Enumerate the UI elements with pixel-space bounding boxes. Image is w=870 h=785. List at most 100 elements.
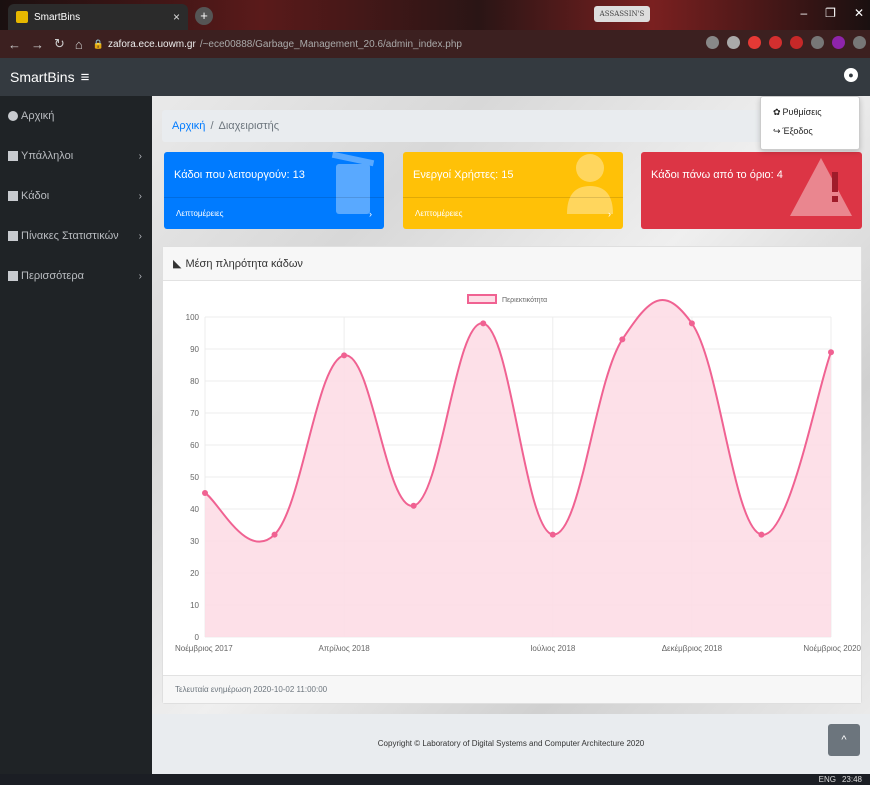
y-tick-label: 60 [190, 441, 199, 450]
bin-icon [8, 191, 18, 201]
home-icon[interactable]: ⌂ [75, 37, 83, 52]
minimize-icon[interactable]: – [800, 6, 807, 20]
scroll-to-top-button[interactable]: ^ [828, 724, 860, 756]
chart-footer: Τελευταία ενημέρωση 2020-10-02 11:00:00 [163, 675, 861, 703]
copyright-text: Copyright © Laboratory of Digital System… [377, 739, 645, 748]
y-tick-label: 90 [190, 345, 199, 354]
page-footer: Copyright © Laboratory of Digital System… [152, 714, 870, 774]
card-details-link[interactable]: Λεπτομέρειες › [403, 197, 623, 229]
address-bar: ← → ↻ ⌂ 🔒 zafora.ece.uowm.gr/~ece00888/G… [0, 30, 870, 58]
warning-icon [790, 158, 852, 216]
url-host: zafora.ece.uowm.gr [107, 38, 196, 50]
theme-logo: ASSASSIN'S [594, 6, 650, 22]
card-text: Κάδοι που λειτουργούν: 13 [174, 169, 305, 181]
sidebar-item-label: Υπάλληλοι [21, 150, 74, 162]
clock[interactable]: 23:48 [842, 775, 862, 784]
dropdown-item-label: Ρυθμίσεις [782, 107, 822, 117]
breadcrumb-home-link[interactable]: Αρχική [172, 120, 205, 132]
extension-icon[interactable] [790, 36, 803, 49]
data-point [410, 502, 417, 509]
close-icon[interactable]: ✕ [854, 6, 864, 20]
data-point [688, 320, 695, 327]
browser-tab[interactable]: SmartBins × [8, 4, 188, 30]
gear-icon: ✿ [773, 107, 781, 117]
dropdown-item-label: Έξοδος [782, 126, 813, 136]
card-bins-over-limit: Κάδοι πάνω από το όριο: 4 [641, 152, 862, 229]
sidebar-item-label: Κάδοι [21, 190, 50, 202]
breadcrumb-separator: / [210, 120, 214, 132]
star-icon[interactable] [727, 36, 740, 49]
language-indicator[interactable]: ENG [819, 775, 836, 784]
sidebar-item-home[interactable]: Αρχική [0, 96, 152, 136]
y-tick-label: 20 [190, 569, 199, 578]
chevron-right-icon: › [608, 209, 611, 219]
extension-icon[interactable] [748, 36, 761, 49]
card-details-link[interactable]: Λεπτομέρειες › [164, 197, 384, 229]
profile-icon[interactable] [832, 36, 845, 49]
brand-title[interactable]: SmartBins [10, 69, 75, 85]
url-path: /~ece00888/Garbage_Management_20.6/admin… [199, 38, 462, 50]
chart-icon [8, 231, 18, 241]
chevron-right-icon: › [138, 230, 142, 242]
user-menu-icon[interactable]: ● [844, 68, 858, 82]
menu-dots-icon[interactable] [853, 36, 866, 49]
x-tick-label: Νοέμβριος 2017 [175, 644, 233, 653]
area-fill [205, 299, 831, 637]
x-tick-label: Απρίλιος 2018 [318, 644, 370, 653]
favicon-icon [16, 11, 28, 23]
dashboard-icon [8, 111, 18, 121]
chart-title: Μέση πληρότητα κάδων [185, 257, 303, 270]
app-navbar: SmartBins ≡ ● [0, 58, 870, 96]
dropdown-item-logout[interactable]: ↪ Έξοδος [773, 122, 859, 141]
sidebar-item-label: Περισσότερα [21, 270, 84, 282]
data-point [549, 531, 556, 538]
extensions-bar [706, 36, 866, 49]
more-icon [8, 271, 18, 281]
card-text: Κάδοι πάνω από το όριο: 4 [651, 169, 783, 181]
sidebar-item-label: Πίνακες Στατιστικών [21, 230, 119, 242]
x-tick-label: Ιούλιος 2018 [530, 644, 576, 653]
reload-icon[interactable]: ↻ [54, 36, 65, 52]
data-point [271, 531, 278, 538]
forward-icon[interactable]: → [31, 37, 44, 52]
card-text: Ενεργοί Χρήστες: 15 [413, 169, 514, 181]
legend-swatch [467, 294, 497, 304]
breadcrumb-current: Διαχειριστής [218, 120, 280, 132]
chevron-right-icon: › [138, 270, 142, 282]
data-point [341, 352, 348, 359]
system-tray: ENG 23:48 [819, 774, 862, 785]
y-tick-label: 10 [190, 601, 199, 610]
breadcrumb: Αρχική / Διαχειριστής [162, 110, 860, 142]
url-field[interactable]: 🔒 zafora.ece.uowm.gr/~ece00888/Garbage_M… [93, 39, 462, 50]
area-chart-icon: ◣ [173, 258, 182, 270]
restore-icon[interactable]: ❐ [825, 6, 836, 20]
new-tab-button[interactable]: + [195, 7, 213, 25]
hamburger-icon[interactable]: ≡ [81, 69, 90, 86]
sidebar-item-more[interactable]: Περισσότερα › [0, 256, 152, 296]
y-tick-label: 50 [190, 473, 199, 482]
card-active-users: Ενεργοί Χρήστες: 15 Λεπτομέρειες › [403, 152, 623, 229]
data-point [619, 336, 626, 343]
tab-close-button[interactable]: × [173, 10, 180, 24]
y-tick-label: 40 [190, 505, 199, 514]
sidebar-item-employees[interactable]: Υπάλληλοι › [0, 136, 152, 176]
sidebar-item-label: Αρχική [21, 110, 55, 122]
sidebar-item-statistics[interactable]: Πίνακες Στατιστικών › [0, 216, 152, 256]
chevron-right-icon: › [138, 150, 142, 162]
chevron-right-icon: › [138, 190, 142, 202]
os-taskbar: ENG 23:48 [0, 774, 870, 785]
card-footer-label: Λεπτομέρειες [415, 209, 463, 218]
data-point [202, 490, 208, 496]
chart-card: ◣ Μέση πληρότητα κάδων 0 10 20 30 40 50 60 70 80… [162, 246, 862, 704]
tab-title: SmartBins [34, 11, 81, 23]
dropdown-item-settings[interactable]: ✿ Ρυθμίσεις [773, 103, 859, 122]
chart-header: ◣ Μέση πληρότητα κάδων [163, 247, 861, 281]
y-tick-label: 100 [186, 313, 200, 322]
puzzle-icon[interactable] [811, 36, 824, 49]
sidebar-item-bins[interactable]: Κάδοι › [0, 176, 152, 216]
y-tick-label: 30 [190, 537, 199, 546]
key-icon[interactable] [706, 36, 719, 49]
y-tick-label: 70 [190, 409, 199, 418]
back-icon[interactable]: ← [8, 37, 21, 52]
extension-icon[interactable] [769, 36, 782, 49]
